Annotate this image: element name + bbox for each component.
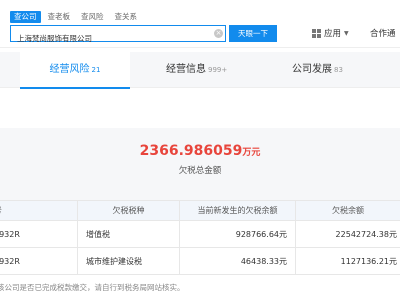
clear-icon[interactable]: ×: [214, 29, 223, 38]
top-header: 查公司 查老板 查风险 查关系 × 天眼一下 应用 ▼ 合作通: [0, 0, 400, 48]
search-box: ×: [10, 25, 226, 46]
cell-id: 4932R: [0, 221, 78, 247]
search-tab-relation[interactable]: 查关系: [111, 11, 142, 23]
chevron-down-icon: ▼: [344, 29, 349, 37]
tab-label: 经营信息: [166, 64, 206, 75]
cell-current-balance: 928766.64元: [180, 221, 296, 247]
amount-value: 2366.986059: [139, 143, 243, 159]
search-type-tabs: 查公司 查老板 查风险 查关系: [10, 11, 141, 23]
search-tab-boss[interactable]: 查老板: [44, 11, 75, 23]
app-menu[interactable]: 应用 ▼: [312, 27, 349, 39]
app-menu-label: 应用: [324, 29, 342, 39]
tab-label: 公司发展: [292, 64, 332, 75]
amount-label: 欠税总金额: [178, 166, 222, 176]
cell-tax-type: 增值税: [78, 221, 180, 247]
tab-label: 经营风险: [49, 64, 90, 75]
tab-count: 999+: [208, 66, 228, 74]
tab-company-development[interactable]: 公司发展 83: [292, 52, 343, 88]
cell-balance: 1127136.21元: [340, 256, 397, 266]
table-row: 4932R 增值税 928766.64元 22542724.38元: [0, 221, 400, 248]
tab-business-risk[interactable]: 经营风险 21: [20, 52, 130, 89]
cell-current-balance: 46438.33元: [180, 248, 296, 274]
search-tab-company[interactable]: 查公司: [10, 11, 41, 23]
cell-balance: 22542724.38元: [335, 229, 397, 239]
section-tabs: 经营风险 21 经营信息 999+ 公司发展 83: [0, 52, 400, 89]
cell-tax-type: 城市维护建设税: [78, 248, 180, 274]
grid-icon: [312, 28, 321, 38]
search-button[interactable]: 天眼一下: [229, 25, 277, 42]
table-header-row: 号 欠税税种 当前新发生的欠税余额 欠税余额: [0, 200, 400, 221]
cell-id: 4932R: [0, 248, 78, 274]
header-current-balance: 当前新发生的欠税余额: [180, 201, 296, 220]
amount-unit: 万元: [242, 148, 261, 158]
cooperate-link[interactable]: 合作通: [370, 27, 396, 39]
header-id: 号: [0, 201, 78, 220]
search-input[interactable]: [11, 31, 207, 46]
header-tax-type: 欠税税种: [78, 201, 180, 220]
tab-business-info[interactable]: 经营信息 999+: [166, 52, 227, 88]
tax-owed-amount: 2366.986059万元: [0, 140, 400, 159]
table-row: 4932R 城市维护建设税 46438.33元 1127136.21元: [0, 248, 400, 275]
tab-count: 21: [91, 66, 101, 74]
search-tab-risk[interactable]: 查风险: [77, 11, 108, 23]
tab-count: 83: [334, 66, 343, 74]
header-balance: 欠税余额: [332, 206, 364, 215]
verification-note: 该公司是否已完成税款缴交，请自行到税务局网站核实。: [0, 283, 185, 292]
